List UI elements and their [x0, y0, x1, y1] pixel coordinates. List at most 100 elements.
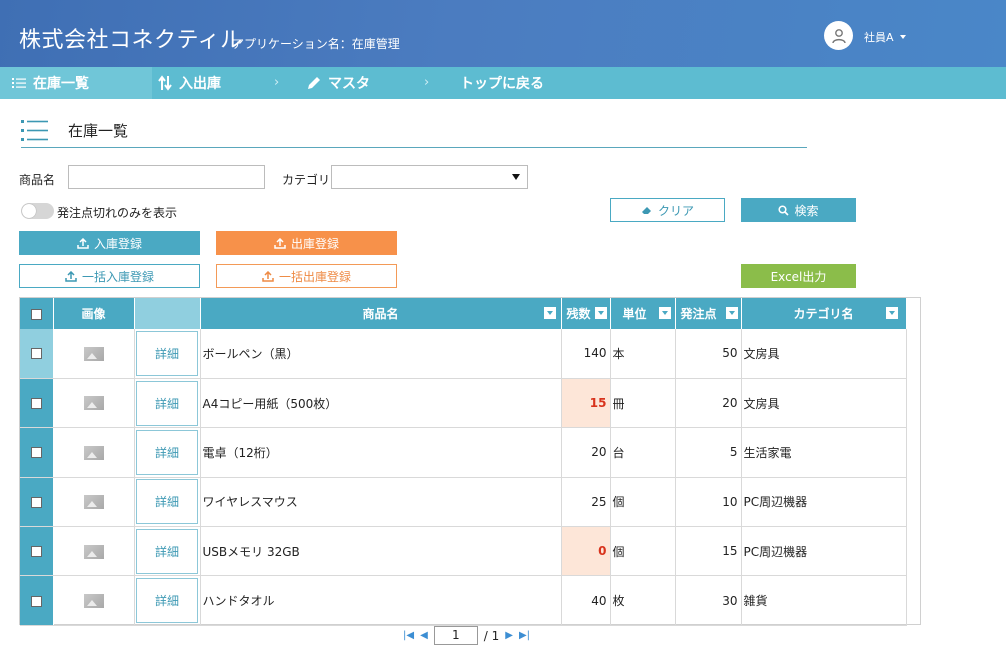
filter-dropdown-icon[interactable] — [658, 307, 671, 319]
table-row[interactable]: 詳細 ハンドタオル 40 枚 30 雑貨 — [20, 575, 907, 626]
nav-item-master[interactable]: マスタ — [307, 67, 370, 99]
column-header-unit[interactable]: 単位 — [610, 298, 676, 329]
row-checkbox-cell[interactable] — [20, 378, 54, 429]
stock-in-label: 入庫登録 — [93, 236, 142, 251]
image-placeholder-icon — [83, 445, 104, 460]
detail-cell: 詳細 — [134, 575, 201, 626]
user-avatar-icon[interactable] — [824, 21, 853, 50]
stock-cell: 20 — [561, 427, 611, 478]
category-cell: 文房具 — [741, 329, 907, 379]
stock-out-button[interactable]: 出庫登録 — [216, 231, 397, 255]
page-number-input[interactable]: 1 — [433, 626, 478, 645]
detail-button[interactable]: 詳細 — [136, 429, 198, 475]
next-page-icon[interactable]: ▶ — [505, 630, 513, 641]
first-page-icon[interactable]: |◀ — [403, 630, 414, 641]
category-cell: PC周辺機器 — [741, 477, 907, 528]
filter-dropdown-icon[interactable] — [543, 307, 556, 319]
nav-label: トップに戻る — [460, 76, 544, 92]
nav-separator: › — [274, 75, 280, 90]
reorder-cell: 30 — [675, 575, 742, 626]
row-checkbox[interactable] — [30, 447, 42, 459]
row-checkbox[interactable] — [30, 595, 42, 607]
clear-button[interactable]: クリア — [610, 198, 725, 222]
image-cell — [53, 477, 135, 528]
app-name: アプリケーション名：在庫管理 — [232, 37, 400, 51]
column-header-product[interactable]: 商品名 — [200, 298, 562, 329]
row-checkbox[interactable] — [30, 348, 42, 360]
detail-button[interactable]: 詳細 — [136, 479, 198, 525]
bulk-stock-in-button[interactable]: 一括入庫登録 — [19, 264, 200, 288]
table-row[interactable]: 詳細 ボールペン（黒） 140 本 50 文房具 — [20, 329, 907, 379]
detail-button[interactable]: 詳細 — [136, 578, 198, 624]
image-cell — [53, 427, 135, 478]
bulk-stock-out-button[interactable]: 一括出庫登録 — [216, 264, 397, 288]
detail-cell: 詳細 — [134, 477, 201, 528]
product-name-cell: 電卓（12桁） — [200, 427, 562, 478]
row-checkbox[interactable] — [30, 546, 42, 558]
column-header-image: 画像 — [53, 298, 135, 329]
row-checkbox-cell[interactable] — [20, 477, 54, 528]
stock-table: 画像 商品名 残数 単位 発注点 カテゴリ名 詳細 ボールペン（黒） 140 本 50 文… — [19, 297, 921, 626]
image-placeholder-icon — [83, 346, 104, 361]
filter-dropdown-icon[interactable] — [885, 307, 898, 319]
select-all-header[interactable] — [20, 298, 54, 329]
category-select[interactable] — [331, 165, 528, 189]
stock-in-button[interactable]: 入庫登録 — [19, 231, 200, 255]
app-header: 株式会社コネクティル アプリケーション名：在庫管理 社員A — [0, 0, 1006, 67]
table-header-row: 画像 商品名 残数 単位 発注点 カテゴリ名 — [20, 298, 907, 329]
nav-item-in-out[interactable]: 入出庫 — [158, 67, 221, 99]
column-header-category[interactable]: カテゴリ名 — [741, 298, 907, 329]
table-row[interactable]: 詳細 電卓（12桁） 20 台 5 生活家電 — [20, 427, 907, 478]
nav-item-back-to-top[interactable]: トップに戻る — [460, 67, 544, 99]
filter-dropdown-icon[interactable] — [725, 307, 738, 319]
product-name-label: 商品名 — [19, 173, 56, 187]
stock-cell: 0 — [561, 526, 611, 577]
column-header-stock[interactable]: 残数 — [561, 298, 611, 329]
title-divider — [21, 147, 807, 148]
search-button[interactable]: 検索 — [741, 198, 856, 222]
image-placeholder-icon — [83, 495, 104, 510]
nav-label: 在庫一覧 — [33, 76, 89, 92]
column-header-detail — [134, 298, 201, 329]
column-header-reorder[interactable]: 発注点 — [675, 298, 742, 329]
nav-label: 入出庫 — [179, 76, 221, 92]
product-name-input[interactable] — [68, 165, 265, 189]
prev-page-icon[interactable]: ◀ — [420, 630, 428, 641]
stock-cell: 25 — [561, 477, 611, 528]
category-cell: 雑貨 — [741, 575, 907, 626]
detail-button[interactable]: 詳細 — [136, 528, 198, 574]
table-row[interactable]: 詳細 ワイヤレスマウス 25 個 10 PC周辺機器 — [20, 477, 907, 528]
reorder-filter-label: 発注点切れのみを表示 — [57, 206, 178, 220]
nav-label: マスタ — [328, 76, 370, 92]
reorder-filter-toggle[interactable] — [21, 203, 54, 219]
row-checkbox[interactable] — [30, 398, 42, 410]
chevron-down-icon — [899, 35, 906, 39]
image-cell — [53, 575, 135, 626]
stock-cell: 40 — [561, 575, 611, 626]
row-checkbox[interactable] — [30, 496, 42, 508]
table-row[interactable]: 詳細 A4コピー用紙（500枚） 15 冊 20 文房具 — [20, 378, 907, 429]
row-checkbox-cell[interactable] — [20, 427, 54, 478]
nav-item-stock-list[interactable]: 在庫一覧 — [0, 67, 152, 99]
last-page-icon[interactable]: ▶| — [519, 630, 530, 641]
excel-export-button[interactable]: Excel出力 — [741, 264, 856, 288]
detail-button[interactable]: 詳細 — [136, 380, 198, 426]
table-row[interactable]: 詳細 USBメモリ 32GB 0 個 15 PC周辺機器 — [20, 526, 907, 577]
detail-button[interactable]: 詳細 — [136, 330, 198, 376]
stock-out-label: 出庫登録 — [290, 236, 339, 251]
bulk-stock-in-label: 一括入庫登録 — [81, 269, 154, 284]
product-name-cell: A4コピー用紙（500枚） — [200, 378, 562, 429]
user-menu[interactable]: 社員A — [864, 29, 906, 45]
category-cell: 生活家電 — [741, 427, 907, 478]
row-checkbox-cell[interactable] — [20, 575, 54, 626]
pencil-icon — [308, 77, 320, 89]
filter-dropdown-icon[interactable] — [594, 307, 607, 319]
row-checkbox-cell[interactable] — [20, 329, 54, 379]
pagination: |◀ ◀ 1 / 1 ▶ ▶| — [403, 626, 530, 645]
sort-arrows-icon — [158, 75, 172, 91]
unit-cell: 本 — [610, 329, 676, 379]
row-checkbox-cell[interactable] — [20, 526, 54, 577]
select-all-checkbox[interactable] — [30, 308, 42, 320]
product-name-cell: ボールペン（黒） — [200, 329, 562, 379]
upload-icon — [274, 237, 286, 249]
